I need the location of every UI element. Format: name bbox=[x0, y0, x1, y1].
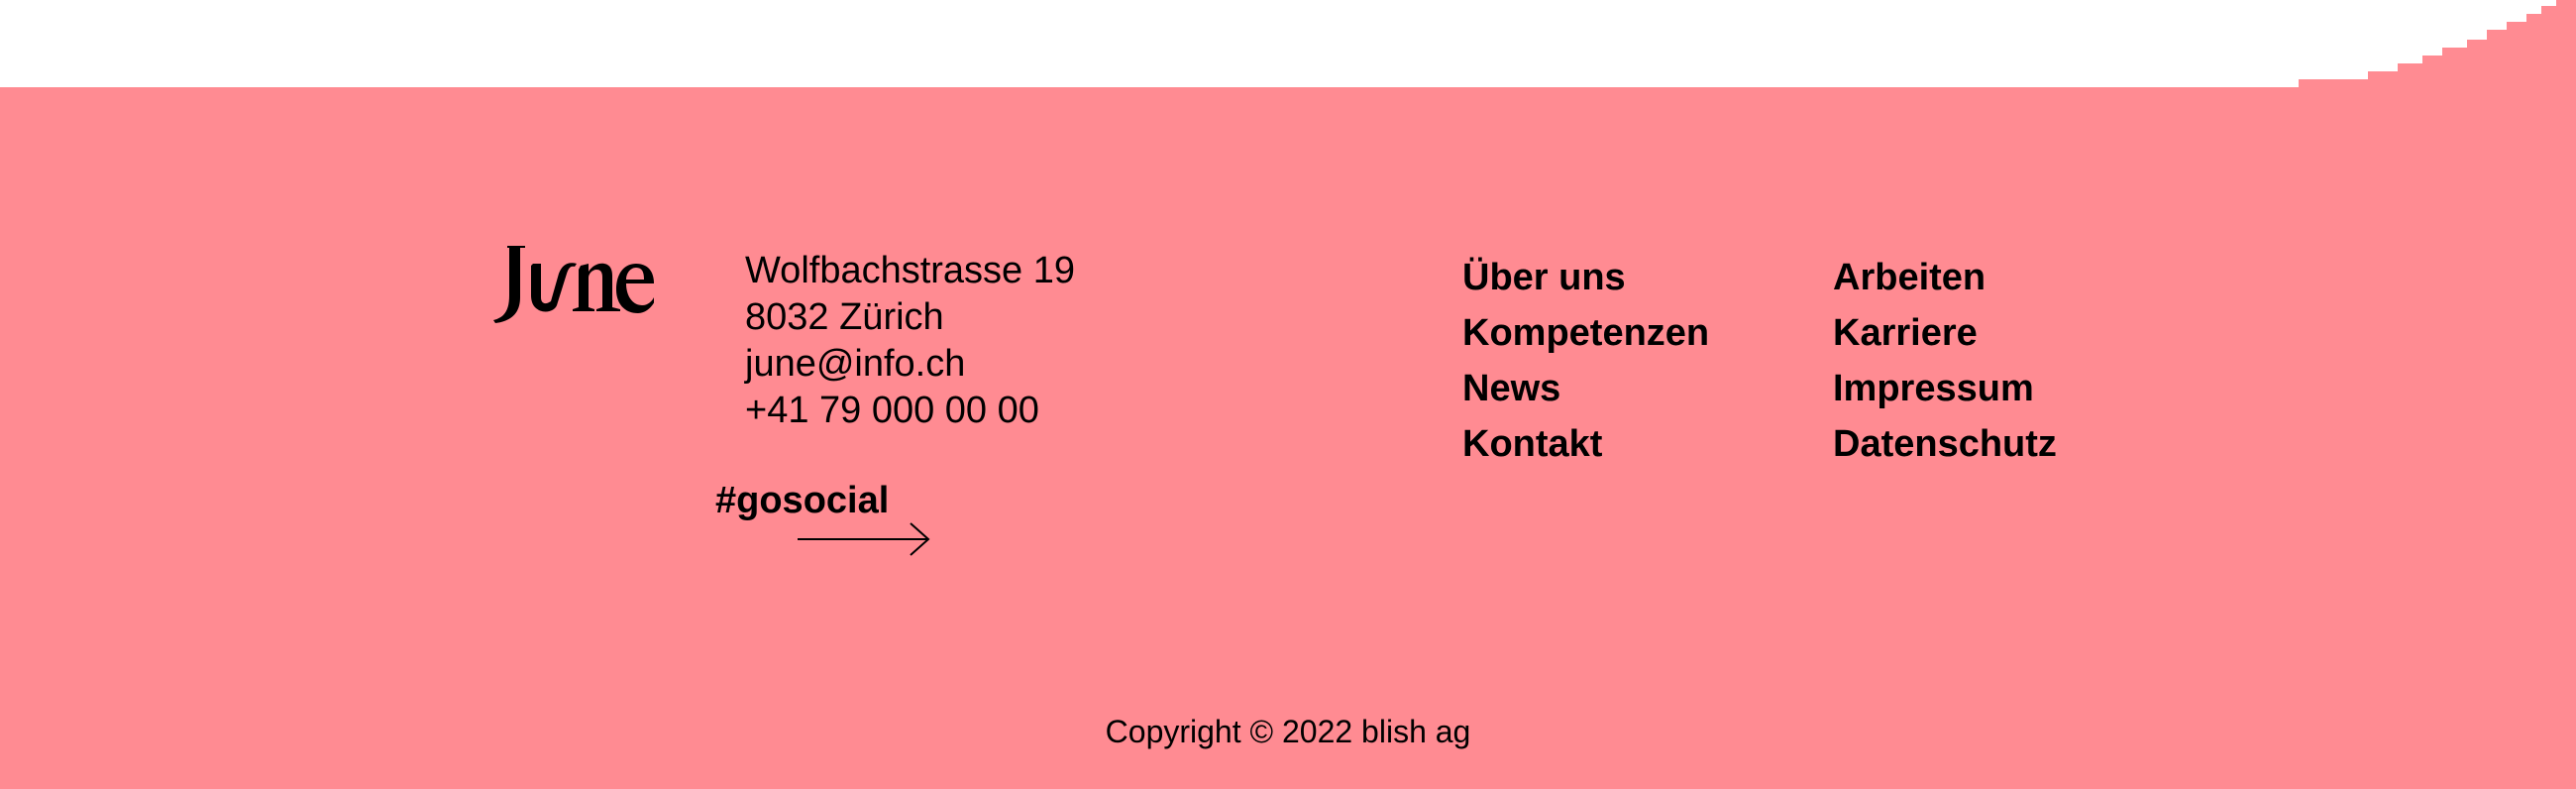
nav-link-arbeiten[interactable]: Arbeiten bbox=[1833, 250, 2057, 305]
footer-pink-shape bbox=[0, 0, 2576, 789]
footer-nav-column-1: Über uns Kompetenzen News Kontakt bbox=[1462, 250, 1709, 472]
arrow-right-icon bbox=[798, 522, 930, 556]
address-street: Wolfbachstrasse 19 bbox=[745, 250, 1076, 291]
copyright-text: Copyright © 2022 blish ag bbox=[1105, 714, 1471, 749]
nav-link-datenschutz[interactable]: Datenschutz bbox=[1833, 416, 2057, 472]
footer-background bbox=[0, 0, 2576, 789]
june-logo[interactable] bbox=[485, 234, 654, 325]
nav-link-news[interactable]: News bbox=[1462, 361, 1709, 416]
address-email[interactable]: june@info.ch bbox=[745, 341, 1075, 388]
page: Wolfbachstrasse 19 8032 Zürich june@info… bbox=[0, 0, 2576, 789]
nav-link-karriere[interactable]: Karriere bbox=[1833, 305, 2057, 361]
footer-nav-column-2: Arbeiten Karriere Impressum Datenschutz bbox=[1833, 250, 2057, 472]
gosocial-label: #gosocial bbox=[715, 480, 890, 521]
nav-link-impressum[interactable]: Impressum bbox=[1833, 361, 2057, 416]
address-city: 8032 Zürich bbox=[745, 296, 944, 338]
address-phone[interactable]: +41 79 000 00 00 bbox=[745, 388, 1075, 434]
nav-link-ueber-uns[interactable]: Über uns bbox=[1462, 250, 1709, 305]
contact-address: Wolfbachstrasse 19 8032 Zürich june@info… bbox=[745, 248, 1075, 434]
nav-link-kontakt[interactable]: Kontakt bbox=[1462, 416, 1709, 472]
gosocial-link[interactable]: #gosocial bbox=[715, 480, 943, 559]
nav-link-kompetenzen[interactable]: Kompetenzen bbox=[1462, 305, 1709, 361]
